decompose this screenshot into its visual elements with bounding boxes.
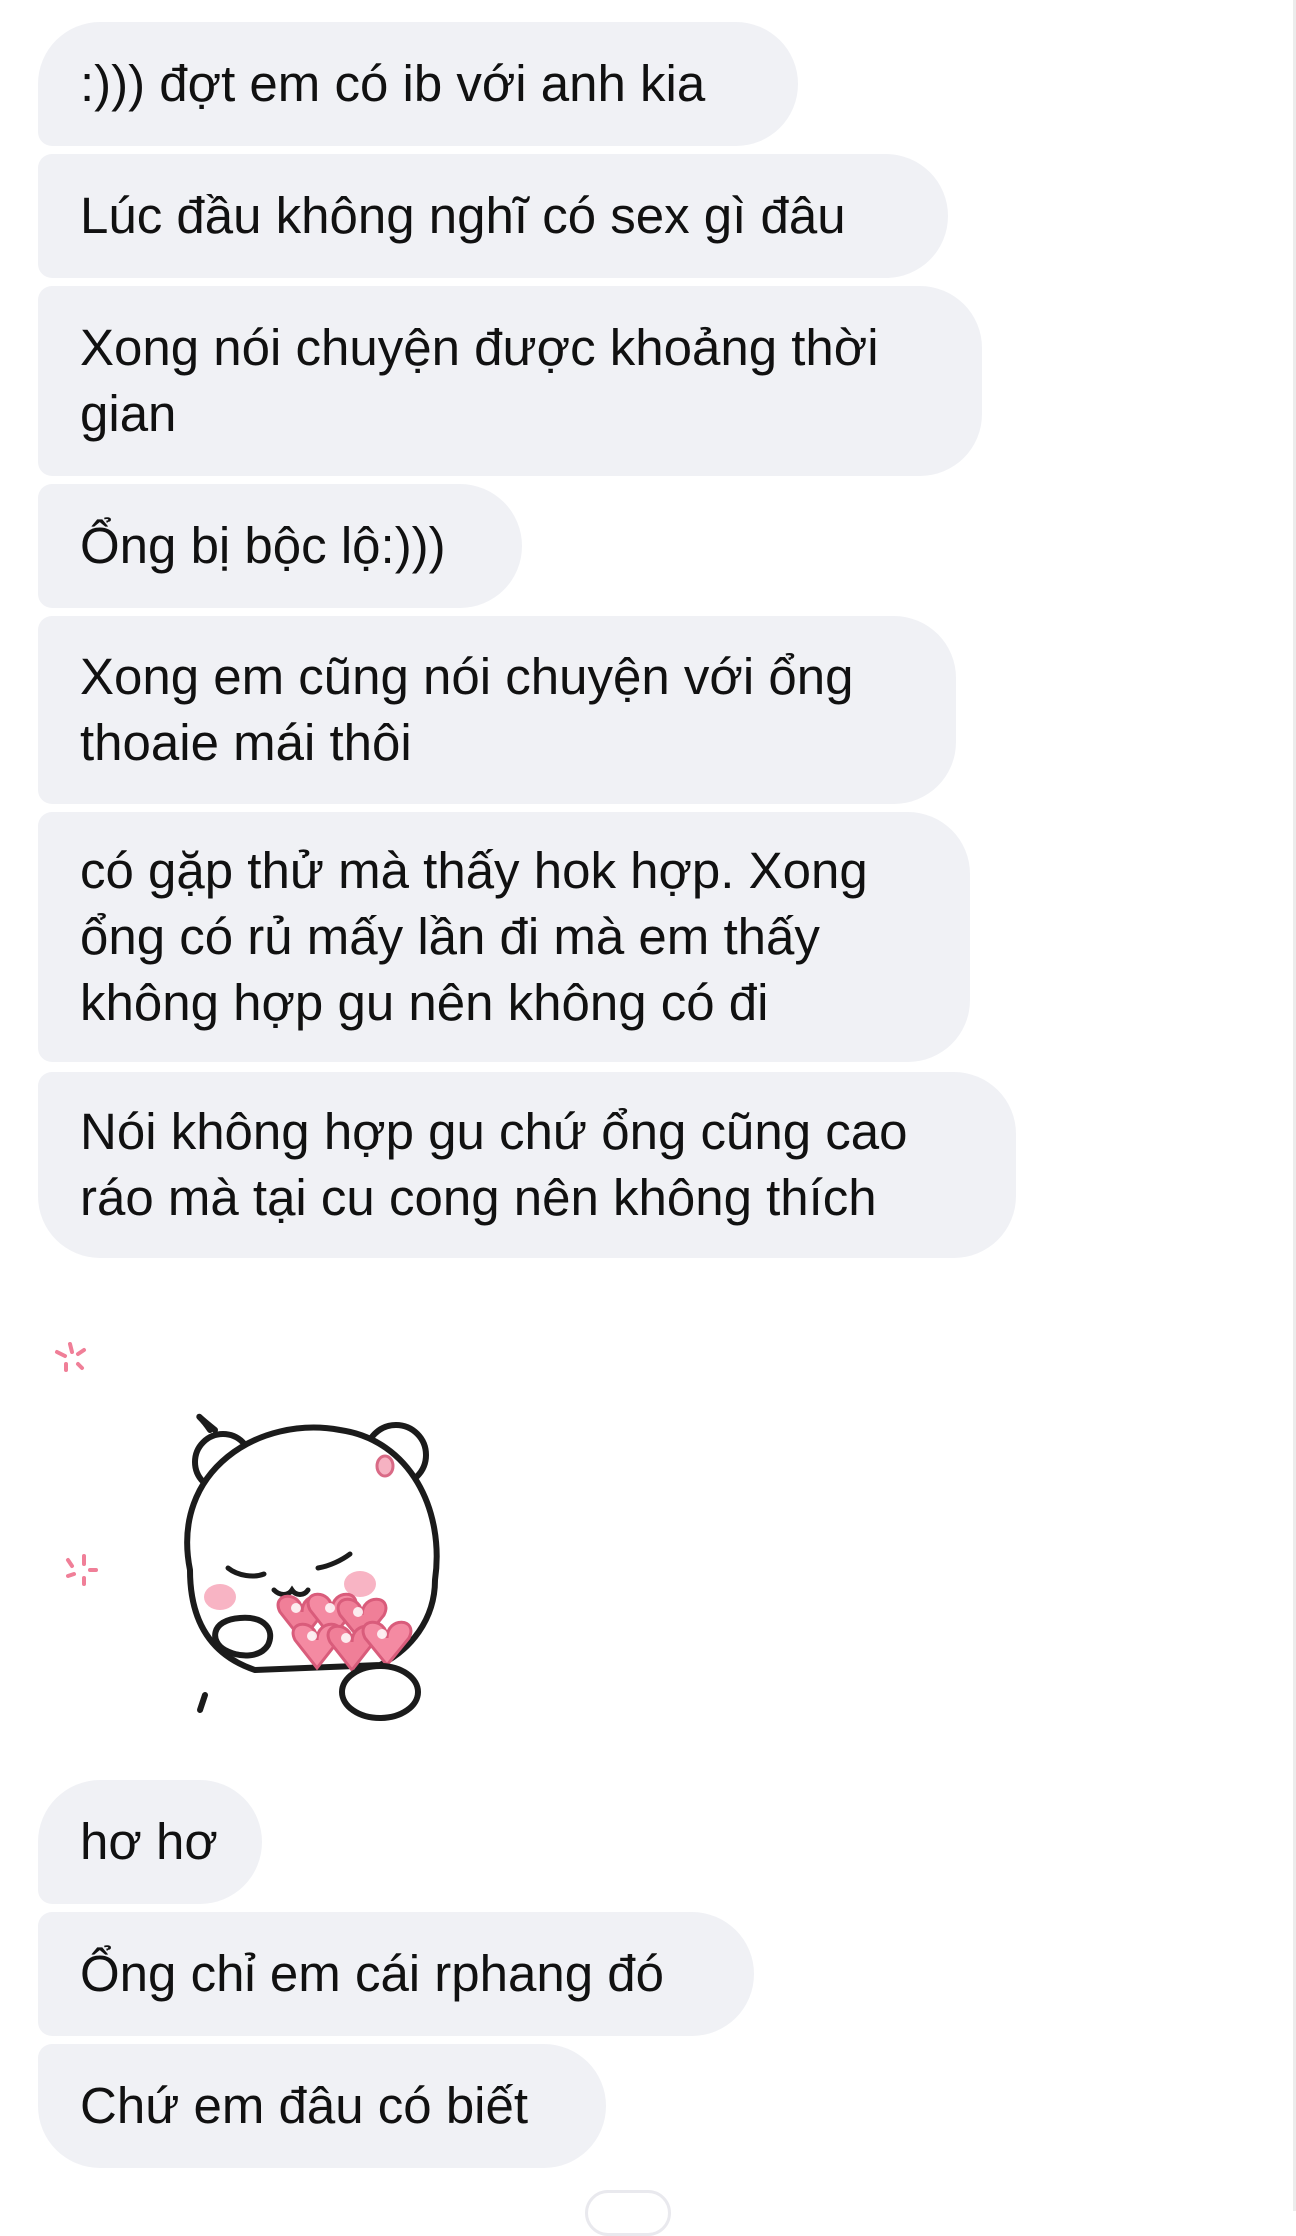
message-bubble[interactable]: Ổng chỉ em cái rphang đó — [38, 1912, 754, 2036]
message-bubble[interactable]: Lúc đầu không nghĩ có sex gì đâu — [38, 154, 948, 278]
ear-mark-icon — [375, 1454, 395, 1478]
message-bubble[interactable]: Nói không hợp gu chứ ổng cũng cao ráo mà… — [38, 1072, 1016, 1258]
bear-with-hearts-sticker[interactable] — [40, 1320, 460, 1740]
message-bubble[interactable]: Chứ em đâu có biết — [38, 2044, 606, 2168]
message-bubble[interactable]: Xong em cũng nói chuyện với ổng thoaie m… — [38, 616, 956, 804]
message-bubble[interactable]: :))) đợt em có ib với anh kia — [38, 22, 798, 146]
cheek-icon — [204, 1584, 236, 1610]
message-text: Ổng bị bộc lộ:))) — [80, 517, 446, 574]
sparkle-icon — [55, 1342, 86, 1372]
message-text: hơ hơ — [80, 1813, 218, 1870]
message-text: có gặp thử mà thấy hok hợp. Xong ổng có … — [80, 842, 868, 1031]
message-text: Xong em cũng nói chuyện với ổng thoaie m… — [80, 648, 854, 771]
message-bubble[interactable]: Xong nói chuyện được khoảng thời gian — [38, 286, 982, 476]
message-text: Xong nói chuyện được khoảng thời gian — [80, 319, 879, 442]
bear-figure — [184, 1413, 440, 1713]
message-bubble[interactable]: hơ hơ — [38, 1780, 262, 1904]
message-bubble[interactable]: Ổng bị bộc lộ:))) — [38, 484, 522, 608]
sparkle-icon — [66, 1554, 98, 1586]
scroll-to-bottom-hint — [585, 2190, 671, 2236]
message-text: Ổng chỉ em cái rphang đó — [80, 1945, 665, 2002]
message-text: Chứ em đâu có biết — [80, 2077, 529, 2134]
message-text: :))) đợt em có ib với anh kia — [80, 55, 706, 112]
message-text: Lúc đầu không nghĩ có sex gì đâu — [80, 187, 846, 244]
message-text: Nói không hợp gu chứ ổng cũng cao ráo mà… — [80, 1103, 908, 1226]
message-bubble[interactable]: có gặp thử mà thấy hok hợp. Xong ổng có … — [38, 812, 970, 1062]
